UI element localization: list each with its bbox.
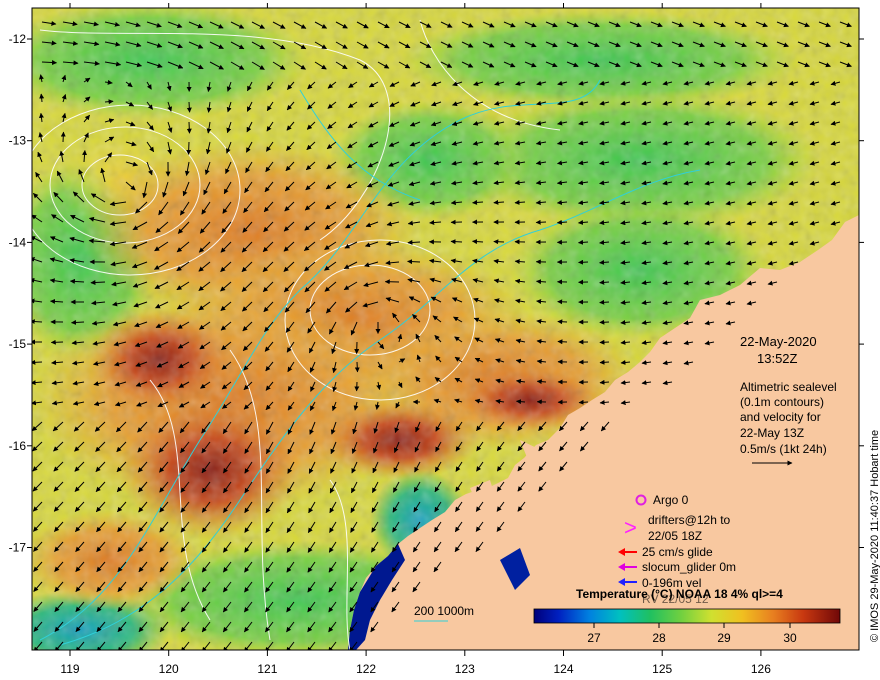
legend-drifters-2: 22/05 18Z: [648, 529, 702, 543]
colorbar-tick-label: 28: [652, 631, 666, 645]
velocity-arrow: [536, 379, 547, 385]
info-line-2: (0.1m contours): [740, 395, 824, 409]
velocity-arrow: [599, 379, 610, 385]
velocity-arrow: [599, 359, 610, 365]
lon-tick-label: 124: [553, 662, 573, 676]
info-date: 22-May-2020: [740, 334, 817, 349]
velocity-arrow: [599, 319, 610, 325]
lon-tick-label: 122: [356, 662, 376, 676]
lat-tick-label: -14: [9, 235, 27, 249]
lat-tick-label: -13: [9, 134, 27, 148]
velocity-arrow: [578, 239, 589, 245]
velocity-arrow: [50, 339, 64, 345]
lon-tick-label: 123: [455, 662, 475, 676]
info-line-1: Altimetric sealevel: [740, 380, 837, 394]
sst-map: 119 120 121 122 123 124 125 126 -12 -13 -14 -15 -16…: [9, 3, 880, 676]
legend-glide: 25 cm/s glide: [642, 545, 713, 559]
lon-tick-label: 126: [751, 662, 771, 676]
velocity-arrow: [599, 339, 610, 345]
colorbar-tick-label: 27: [587, 631, 601, 645]
velocity-arrow: [71, 319, 85, 325]
velocity-arrow: [557, 319, 568, 325]
info-line-4: 22-May 13Z: [740, 426, 804, 440]
info-time: 13:52Z: [757, 351, 798, 366]
velocity-arrow: [535, 219, 547, 225]
lat-tick-label: -17: [9, 541, 27, 555]
colorbar: [533, 608, 841, 624]
lon-tick-label: 125: [652, 662, 672, 676]
velocity-arrow: [354, 361, 360, 373]
info-line-3: and velocity for: [740, 410, 821, 424]
velocity-arrow: [599, 279, 610, 285]
colorbar-title: Temperature (°C) NOAA 18 4% ql>=4: [576, 587, 783, 601]
lat-tick-label: -16: [9, 439, 27, 453]
info-line-5: 0.5m/s (1kt 24h): [740, 442, 827, 456]
legend-drifters-1: drifters@12h to: [648, 513, 731, 527]
velocity-arrow: [407, 239, 421, 245]
velocity-arrow: [186, 121, 192, 134]
lon-tick-label: 121: [257, 662, 277, 676]
lon-tick-label: 119: [60, 662, 79, 676]
depth-scale-label: 200 1000m: [414, 604, 474, 618]
velocity-arrow: [556, 219, 568, 225]
velocity-arrow: [578, 399, 589, 405]
drifter-marker-icon: >: [624, 515, 637, 540]
lat-tick-label: -15: [9, 337, 27, 351]
velocity-arrow: [599, 299, 610, 305]
velocity-arrow: [407, 259, 421, 265]
velocity-arrow: [536, 279, 547, 285]
legend-argo: Argo 0: [653, 493, 689, 507]
colorbar-tick-label: 29: [717, 631, 731, 645]
velocity-arrow: [578, 259, 589, 265]
velocity-arrow: [186, 141, 192, 155]
lon-tick-label: 120: [159, 662, 179, 676]
velocity-arrow: [186, 101, 192, 113]
colorbar-tick-label: 30: [783, 631, 797, 645]
velocity-arrow: [104, 99, 114, 105]
legend-slocum: slocum_glider 0m: [642, 560, 736, 574]
velocity-arrow: [557, 339, 568, 345]
velocity-arrow: [450, 239, 463, 245]
lat-tick-label: -12: [9, 32, 27, 46]
velocity-arrow: [493, 199, 505, 205]
velocity-arrow: [472, 239, 484, 245]
velocity-arrow: [493, 239, 505, 245]
imos-credit: © IMOS 29-May-2020 11:40:37 Hobart time: [869, 430, 880, 642]
velocity-arrow: [60, 131, 66, 143]
